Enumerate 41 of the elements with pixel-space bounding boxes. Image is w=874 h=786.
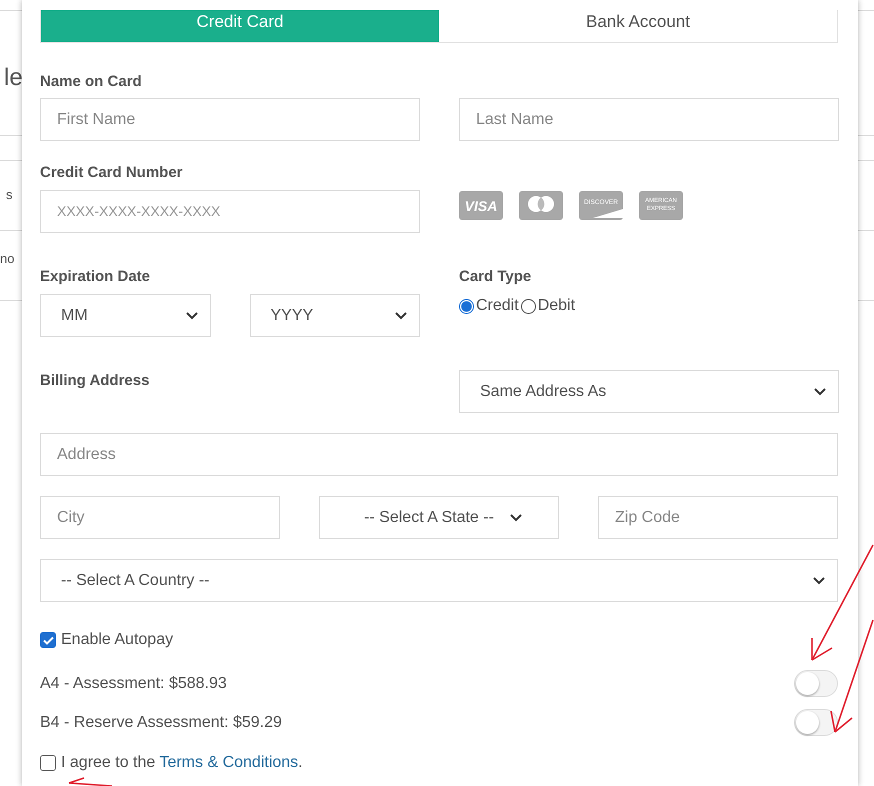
card-logo-icon: VISA (459, 191, 503, 220)
background-text: no (0, 251, 14, 266)
country-select[interactable]: -- Select A Country -- (40, 559, 838, 602)
input-field[interactable]: First Name (40, 98, 420, 141)
radio-label: Credit (476, 297, 519, 315)
year-select[interactable]: YYYY (250, 294, 420, 337)
input-field[interactable]: Address (40, 433, 838, 476)
radio-button[interactable] (520, 298, 536, 314)
background-text: s (6, 187, 12, 202)
assessment-label: B4 - Reserve Assessment: $59.29 (40, 714, 282, 732)
background-text: le (4, 64, 23, 92)
input-field[interactable]: Zip Code (598, 496, 838, 539)
chevron-down-icon (814, 388, 826, 396)
radio-button[interactable] (459, 298, 474, 314)
input-field[interactable]: City (40, 496, 280, 539)
chevron-down-icon (186, 312, 198, 320)
annotation-arrow (68, 777, 112, 786)
address-select[interactable]: Same Address As (459, 370, 839, 413)
field-label: Card Type (459, 268, 532, 285)
state-select[interactable]: -- Select A State -- (319, 496, 559, 539)
field-label: Billing Address (40, 372, 150, 389)
checkbox-label: Enable Autopay (61, 631, 174, 649)
input-field[interactable]: Last Name (459, 98, 839, 141)
toggle-switch[interactable] (794, 709, 838, 736)
chevron-down-icon (395, 312, 407, 320)
check-icon (42, 636, 54, 644)
field-label: Expiration Date (40, 268, 152, 285)
toggle-switch[interactable] (794, 670, 838, 697)
chevron-down-icon (510, 514, 522, 522)
checkbox[interactable] (40, 632, 56, 648)
field-label: Name on Card (40, 73, 143, 90)
terms-link[interactable]: Terms & Conditions (159, 754, 298, 771)
checkbox[interactable] (40, 755, 56, 771)
field-label: Credit Card Number (40, 164, 184, 181)
input-field[interactable]: XXXX-XXXX-XXXX-XXXX (40, 190, 420, 233)
agreement-text: I agree to the Terms & Conditions. (61, 754, 303, 772)
month-select[interactable]: MM (40, 294, 210, 337)
radio-label: Debit (538, 297, 576, 315)
card-logo-icon (519, 191, 563, 220)
assessment-label: A4 - Assessment: $588.93 (40, 674, 227, 692)
chevron-down-icon (813, 576, 825, 584)
